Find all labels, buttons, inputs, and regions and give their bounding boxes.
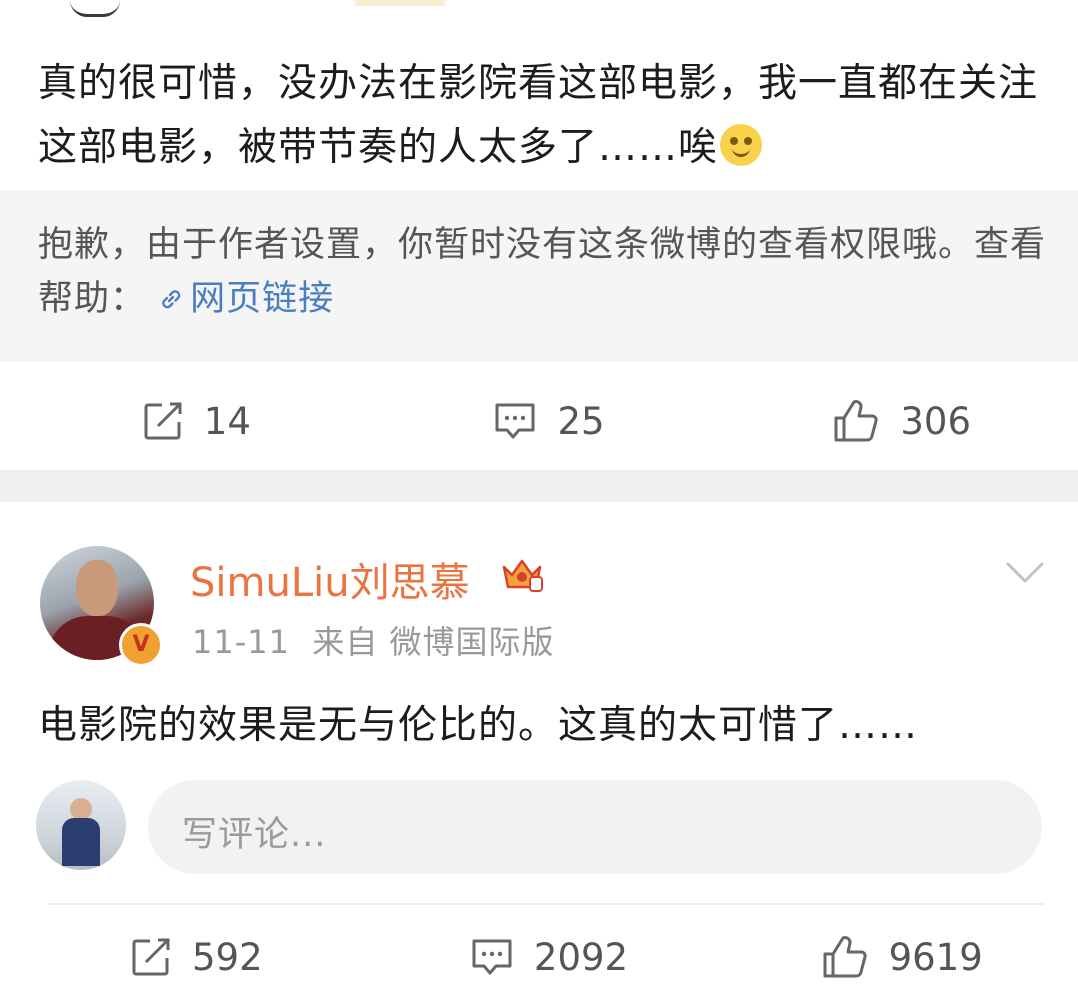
like-button[interactable]: 9619: [725, 922, 1078, 992]
repost-icon: [144, 402, 182, 440]
avatar-figure-body: [62, 818, 100, 866]
section-divider: [0, 470, 1078, 502]
web-link[interactable]: 网页链接: [158, 279, 334, 319]
link-icon: [162, 290, 181, 309]
web-link-label: 网页链接: [190, 279, 335, 319]
emoji-icon: [720, 124, 763, 166]
like-icon: [823, 936, 867, 978]
comment-input-placeholder: 写评论...: [182, 815, 327, 855]
like-count: 9619: [888, 935, 983, 979]
comment-icon: [495, 403, 535, 439]
repost-icon: [132, 938, 170, 976]
post-source: 来自 微博国际版: [312, 623, 555, 661]
username[interactable]: SimuLiu刘思慕: [190, 550, 470, 608]
avatar-figure-head: [70, 798, 92, 820]
post-text: 真的很可惜，没办法在影院看这部电影，我一直都在关注这部电影，被带节奏的人太多了……: [38, 61, 1039, 170]
post-body: 真的很可惜，没办法在影院看这部电影，我一直都在关注这部电影，被带节奏的人太多了……: [38, 52, 1048, 180]
previous-badge-edge: [355, 0, 445, 6]
like-button[interactable]: 306: [725, 386, 1078, 456]
divider-line: [48, 903, 1044, 905]
post-date: 11-11: [192, 623, 290, 661]
repost-count: 592: [192, 935, 263, 979]
repost-button[interactable]: 14: [0, 386, 373, 456]
like-icon: [834, 400, 878, 442]
repost-count: 14: [203, 399, 251, 443]
comment-button[interactable]: 25: [373, 386, 726, 456]
like-count: 306: [900, 399, 971, 443]
reply-text: 电影院的效果是无与伦比的。这真的太可惜了……: [38, 703, 919, 748]
current-user-avatar: [36, 780, 126, 870]
comment-icon: [472, 939, 512, 975]
restricted-notice-text: 抱歉，由于作者设置，你暂时没有这条微博的查看权限哦。查看帮助： 网页链接: [38, 218, 1058, 326]
reply-action-bar: 592 2092 9619: [0, 922, 1078, 992]
comment-button[interactable]: 2092: [373, 922, 726, 992]
chevron-down-icon[interactable]: [1005, 560, 1045, 586]
verified-badge-icon: V: [119, 623, 163, 667]
repost-button[interactable]: 592: [0, 922, 373, 992]
comment-count: 25: [557, 399, 605, 443]
comment-count: 2092: [533, 935, 629, 979]
crown-icon: [502, 559, 543, 592]
previous-avatar-edge: [70, 0, 120, 17]
post-meta: 11-11 来自 微博国际版: [192, 617, 555, 663]
post-action-bar: 14 25 306: [0, 386, 1078, 456]
avatar-face: [76, 560, 118, 616]
